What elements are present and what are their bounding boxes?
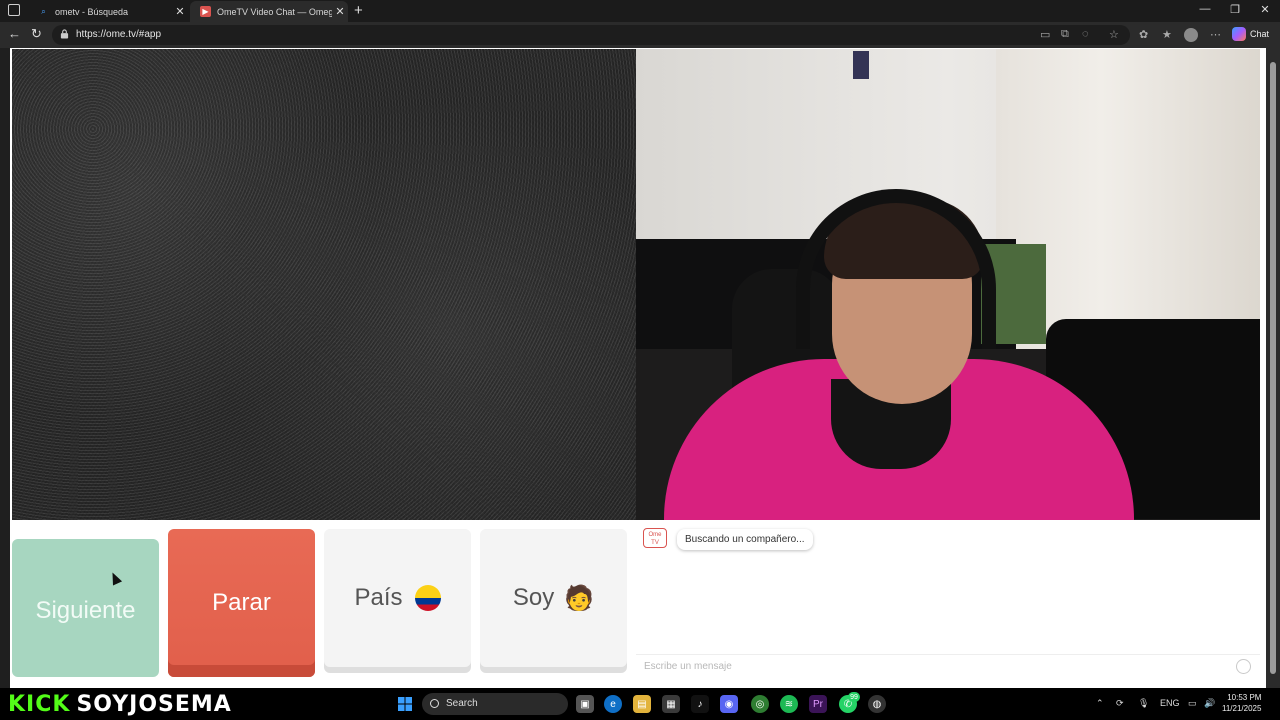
favorites-icon[interactable]: ★: [1162, 28, 1172, 41]
search-icon: [430, 699, 439, 708]
close-window-icon[interactable]: ✕: [1250, 3, 1280, 16]
close-icon[interactable]: ✕: [332, 5, 348, 18]
country-button[interactable]: País: [324, 529, 471, 667]
spotify-icon[interactable]: ≋: [780, 695, 798, 713]
ometv-logo-icon: Ome TV: [643, 528, 667, 548]
partner-video-static: [12, 49, 636, 520]
stop-button-label: Parar: [212, 589, 271, 616]
self-video: [636, 49, 1260, 520]
streamer-name: SOYJOSEMA: [76, 692, 232, 717]
chat-button-label: Chat: [1250, 29, 1270, 39]
microphone-icon[interactable]: 🎙: [1138, 698, 1149, 709]
video-camera-mount: [853, 51, 869, 79]
lock-icon: [60, 29, 69, 39]
edge-icon[interactable]: e: [604, 695, 622, 713]
copilot-icon: [1232, 27, 1246, 41]
extensions-icon[interactable]: ✿: [1139, 28, 1148, 41]
next-button-label: Siguiente: [35, 597, 136, 624]
message-input[interactable]: Escribe un mensaje: [636, 654, 1260, 678]
chat-status-message: Buscando un compañero...: [677, 529, 813, 550]
colombia-flag-icon: [414, 585, 441, 611]
app-icon[interactable]: ◍: [868, 695, 886, 713]
tab-search[interactable]: ⌕ ometv - Búsqueda ✕: [28, 1, 188, 22]
clock-date: 11/21/2025: [1222, 704, 1262, 713]
more-menu-icon[interactable]: ⋯: [1210, 28, 1221, 41]
monitor-icon[interactable]: ▭: [1188, 698, 1197, 709]
discord-icon[interactable]: ◉: [720, 695, 738, 713]
store-icon[interactable]: ▦: [662, 695, 680, 713]
favorite-star-icon[interactable]: ☆: [1109, 28, 1119, 41]
clock-time: 10:53 PM: [1227, 693, 1262, 702]
close-icon[interactable]: ✕: [172, 5, 188, 18]
stream-brand-overlay: KICK SOYJOSEMA: [8, 692, 232, 717]
premiere-icon[interactable]: Pr: [809, 695, 827, 713]
profile-avatar[interactable]: [1184, 28, 1198, 42]
url-text: https://ome.tv/#app: [76, 29, 162, 40]
notification-badge: 99: [848, 692, 860, 702]
file-explorer-icon[interactable]: ▤: [633, 695, 651, 713]
tab-actions-icon[interactable]: [8, 4, 20, 16]
person-icon: 🧑: [564, 584, 595, 612]
stop-button[interactable]: Parar: [168, 529, 315, 677]
reader-icon[interactable]: ◌: [1082, 28, 1089, 40]
back-icon[interactable]: ←: [8, 26, 21, 41]
gender-button[interactable]: Soy 🧑: [480, 529, 627, 667]
address-bar[interactable]: https://ome.tv/#app: [52, 25, 1130, 45]
next-button[interactable]: Siguiente: [12, 539, 159, 677]
navigation-bar: ← ↻ https://ome.tv/#app ▭ ⧉ ◌ ☆ ✿ ★ ⋯: [0, 22, 1280, 48]
tab-title: ometv - Búsqueda: [55, 6, 129, 17]
tray-chevron-icon[interactable]: ⌃: [1096, 698, 1104, 709]
system-clock[interactable]: 10:53 PM 11/21/2025: [1222, 692, 1261, 714]
copilot-chat-button[interactable]: Chat: [1232, 27, 1269, 41]
sync-icon[interactable]: ⟳: [1116, 698, 1124, 709]
country-button-label: País: [354, 584, 403, 611]
task-view-icon[interactable]: ▣: [576, 695, 594, 713]
gender-button-label: Soy: [512, 584, 555, 611]
scrollbar-thumb[interactable]: [1270, 62, 1276, 674]
new-tab-icon[interactable]: +: [354, 2, 363, 19]
windows-start-icon[interactable]: [398, 697, 412, 711]
message-placeholder: Escribe un mensaje: [644, 661, 732, 672]
tab-ometv[interactable]: ▶ OmeTV Video Chat — Omeg ✕: [190, 1, 348, 22]
taskbar-search[interactable]: Search: [422, 693, 568, 715]
ometv-favicon-icon: ▶: [200, 6, 211, 17]
kick-logo: KICK: [8, 692, 71, 717]
chrome-icon[interactable]: ◎: [751, 695, 769, 713]
maximize-icon[interactable]: ❐: [1220, 3, 1250, 16]
tab-title: OmeTV Video Chat — Omeg: [217, 6, 332, 17]
search-icon: ⌕: [41, 6, 46, 16]
tiktok-icon[interactable]: ♪: [691, 695, 709, 713]
open-app-icon[interactable]: ⧉: [1061, 28, 1069, 41]
static-noise: [12, 49, 636, 520]
minimize-icon[interactable]: —: [1190, 3, 1220, 15]
refresh-icon[interactable]: ↻: [31, 26, 42, 42]
tab-bar: ⌕ ometv - Búsqueda ✕ ▶ OmeTV Video Chat …: [0, 0, 1280, 22]
emoji-icon[interactable]: [1236, 659, 1251, 674]
language-indicator[interactable]: ENG: [1160, 698, 1180, 708]
app-available-icon[interactable]: ▭: [1040, 28, 1050, 41]
volume-icon[interactable]: 🔊: [1204, 698, 1215, 709]
scrollbar[interactable]: [1266, 48, 1280, 688]
taskbar-search-label: Search: [446, 698, 478, 709]
